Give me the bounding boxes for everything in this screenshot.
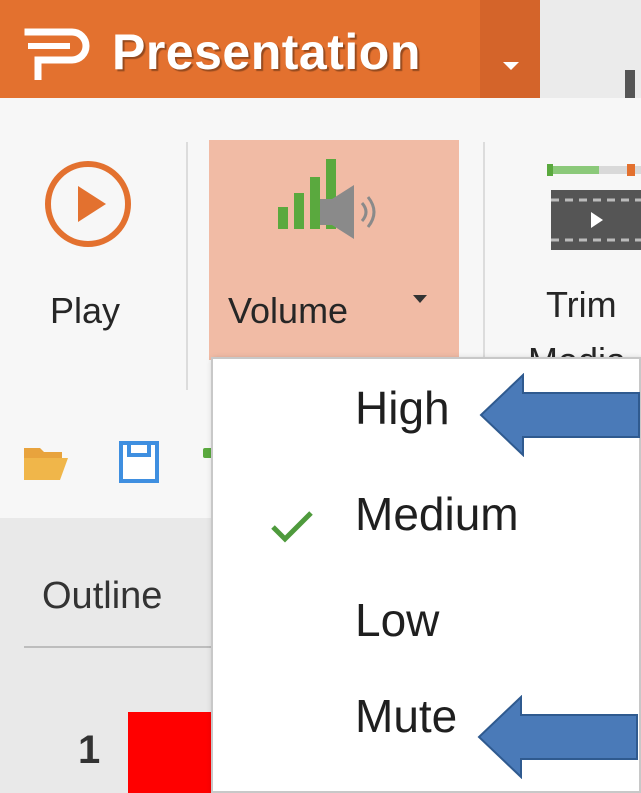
annotation-arrow-icon [477,695,638,779]
presentation-logo-icon [24,28,90,80]
next-tab-fragment [625,70,635,98]
ribbon-separator [483,142,485,390]
tab-divider [24,646,214,648]
save-floppy-icon[interactable] [118,440,160,484]
chevron-down-icon [413,295,427,303]
app-tab[interactable]: Presentation [0,0,540,98]
annotation-arrow-icon [479,373,640,457]
play-circle-icon [45,161,131,247]
menu-item-label: Mute [355,690,458,742]
menu-item-label: Medium [355,488,519,540]
menu-item-label: Low [355,594,440,646]
tab-outline[interactable]: Outline [42,575,162,618]
app-menu-dropdown-button[interactable] [480,0,540,98]
trim-label: Trim [546,284,617,325]
trim-video-icon[interactable] [545,160,641,260]
ribbon-separator [186,142,188,390]
app-title: Presentation [112,24,421,80]
check-icon [271,511,313,543]
menu-item-medium[interactable]: Medium [213,473,641,573]
volume-speaker-icon [278,159,376,239]
menu-item-low[interactable]: Low [213,579,641,679]
title-bar: Presentation [0,0,641,98]
folder-open-icon[interactable] [22,440,70,484]
menu-item-label: High [355,382,450,434]
caret-down-icon [503,62,519,70]
slide-number: 1 [78,728,101,772]
volume-label: Volume [228,290,349,331]
play-label: Play [50,290,121,331]
